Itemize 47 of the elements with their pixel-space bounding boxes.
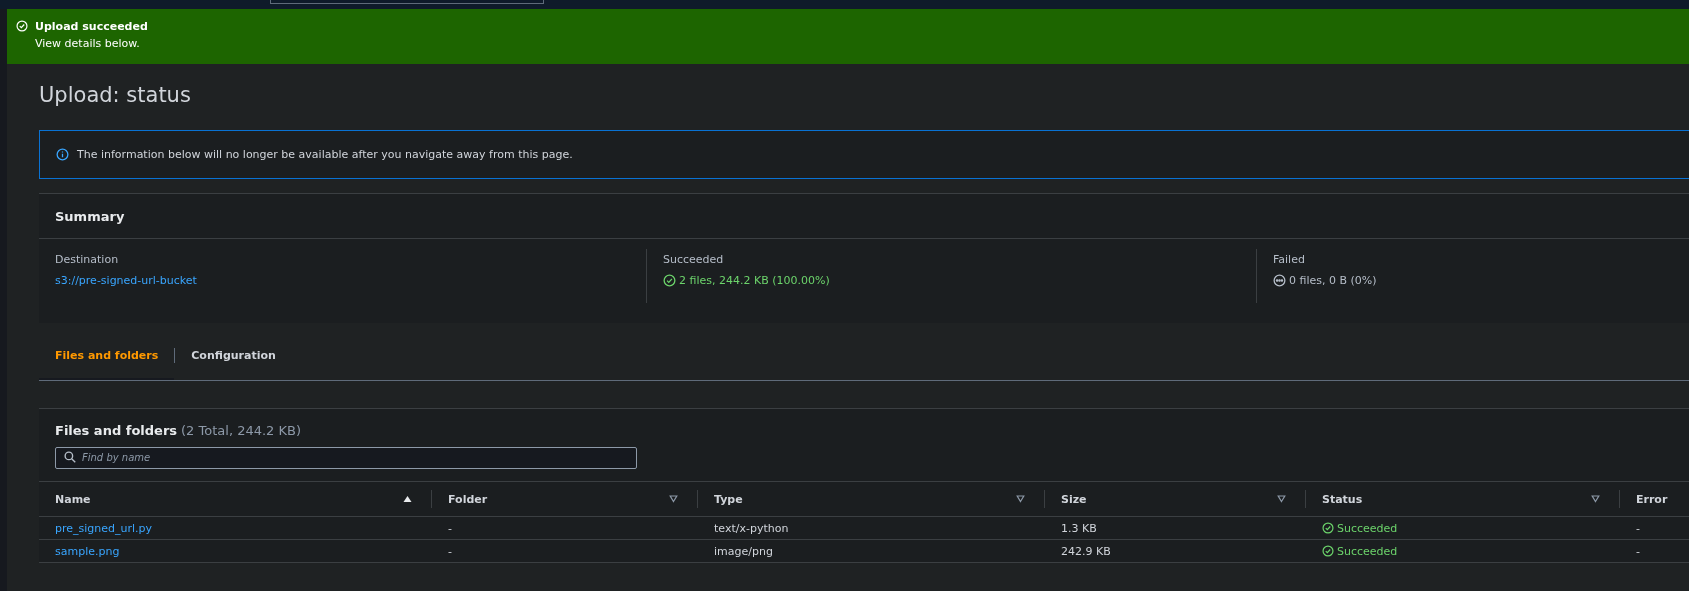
sort-icon[interactable] [1277, 495, 1286, 503]
banner-title: Upload succeeded [35, 20, 148, 33]
check-circle-icon [663, 274, 676, 287]
table-cell: - [448, 544, 452, 558]
table-cell: text/x-python [714, 521, 789, 535]
table-cell: - [1636, 544, 1640, 558]
column-header[interactable]: Status [1306, 482, 1620, 517]
table-cell: 1.3 KB [1061, 521, 1097, 535]
check-circle-icon [16, 20, 28, 32]
check-circle-icon [1322, 545, 1334, 557]
sort-icon[interactable] [669, 495, 678, 503]
banner-message: View details below. [35, 37, 141, 50]
status-text: Succeeded [1337, 521, 1398, 535]
column-header[interactable]: Name [39, 482, 432, 517]
tab[interactable]: Files and folders [39, 331, 175, 380]
table-cell: - [448, 521, 452, 535]
tab[interactable]: Configuration [175, 331, 292, 380]
summary-label: Destination [55, 253, 120, 266]
check-circle-icon [1322, 522, 1334, 534]
column-header[interactable]: Folder [432, 482, 698, 517]
search-icon [64, 451, 76, 463]
file-link[interactable]: sample.png [55, 544, 120, 558]
table-cell: 242.9 KB [1061, 544, 1111, 558]
table-cell: - [1636, 521, 1640, 535]
alert-text: The information below will no longer be available after you navigate away from this page. [77, 148, 573, 161]
search-field[interactable]: Find by name [55, 446, 637, 469]
table-cell: image/png [714, 544, 773, 558]
column-header[interactable]: Error [1620, 482, 1689, 517]
page-title: Upload: status [39, 83, 192, 109]
failed-value: 0 files, 0 B (0%) [1289, 274, 1377, 287]
status-text: Succeeded [1337, 544, 1398, 558]
sort-icon[interactable] [1016, 495, 1025, 503]
summary-label: Succeeded [663, 253, 725, 266]
sort-ascending-icon[interactable] [403, 495, 412, 503]
sort-icon[interactable] [1591, 495, 1600, 503]
column-header[interactable]: Type [698, 482, 1045, 517]
files-count: (2 Total, 244.2 KB) [181, 423, 301, 438]
column-header[interactable]: Size [1045, 482, 1306, 517]
address-bar[interactable] [270, 0, 544, 4]
info-icon [56, 148, 69, 161]
summary-label: Failed [1273, 253, 1306, 266]
ellipsis-circle-icon [1273, 274, 1286, 287]
file-link[interactable]: pre_signed_url.py [55, 521, 153, 535]
summary-title: Summary [55, 208, 125, 224]
succeeded-value: 2 files, 244.2 KB (100.00%) [679, 274, 830, 287]
files-title: Files and folders [55, 423, 178, 438]
destination-link[interactable]: s3://pre-signed-url-bucket [55, 274, 646, 287]
